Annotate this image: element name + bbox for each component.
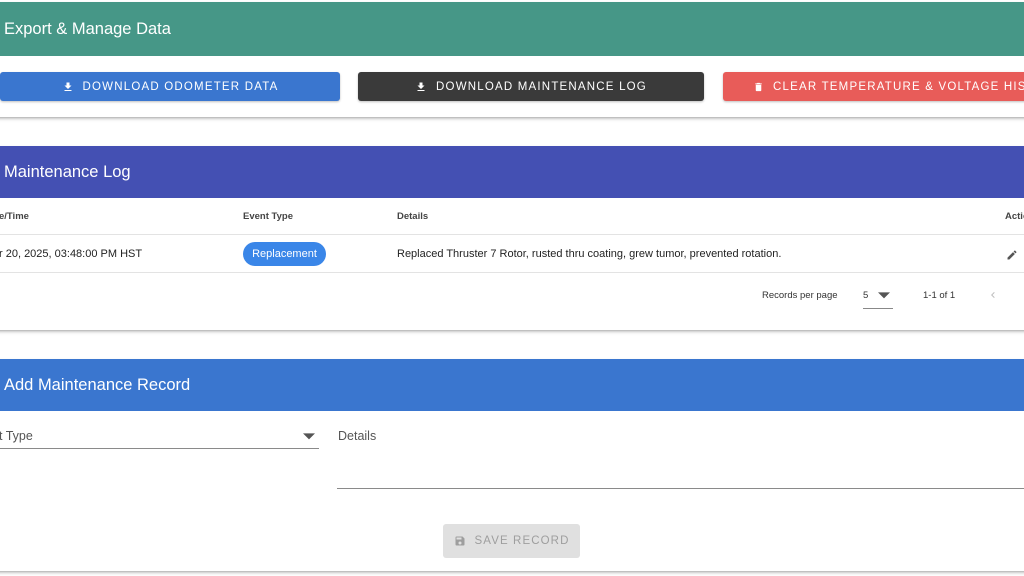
event-type-chip: Replacement (243, 242, 326, 266)
export-card-header: Export & Manage Data (0, 2, 1024, 56)
table-divider (0, 234, 1024, 235)
save-record-button[interactable]: SAVE RECORD (443, 524, 580, 558)
maintenance-log-title: Maintenance Log (4, 162, 131, 181)
download-odometer-button[interactable]: DOWNLOAD ODOMETER DATA (0, 72, 340, 101)
column-header-actions: Actio (1005, 211, 1024, 222)
records-per-page-select[interactable]: 5 (863, 284, 893, 309)
add-record-header: Add Maintenance Record (0, 359, 1024, 411)
chevron-down-icon (303, 433, 315, 440)
clear-history-label: CLEAR TEMPERATURE & VOLTAGE HISTORY (773, 80, 1024, 93)
event-type-chip-label: Replacement (252, 248, 317, 260)
chevron-down-icon (878, 292, 890, 299)
trash-icon (755, 82, 762, 91)
save-icon (455, 536, 465, 546)
download-odometer-label: DOWNLOAD ODOMETER DATA (82, 80, 279, 93)
column-header-event-type[interactable]: Event Type (243, 211, 293, 222)
table-divider (0, 272, 1024, 273)
details-label: Details (338, 429, 377, 443)
records-per-page-value: 5 (863, 290, 869, 301)
download-icon (417, 82, 425, 91)
records-per-page-label: Records per page (762, 290, 838, 301)
row-details: Replaced Thruster 7 Rotor, rusted thru c… (397, 248, 782, 260)
event-type-select[interactable]: t Type (0, 426, 319, 449)
download-maintenance-label: DOWNLOAD MAINTENANCE LOG (436, 80, 647, 93)
row-datetime: r 20, 2025, 03:48:00 PM HST (0, 248, 143, 260)
pagination-range: 1-1 of 1 (923, 290, 956, 301)
edit-icon[interactable] (1006, 249, 1018, 261)
maintenance-log-header: Maintenance Log (0, 146, 1024, 198)
details-textarea[interactable]: Details (337, 426, 1024, 489)
export-card-title: Export & Manage Data (4, 19, 171, 38)
save-record-label: SAVE RECORD (474, 535, 570, 547)
event-type-label: t Type (0, 429, 33, 443)
column-header-details[interactable]: Details (397, 211, 428, 222)
clear-history-button[interactable]: CLEAR TEMPERATURE & VOLTAGE HISTORY (723, 72, 1024, 101)
download-maintenance-log-button[interactable]: DOWNLOAD MAINTENANCE LOG (358, 72, 704, 101)
download-icon (64, 82, 72, 91)
column-header-datetime[interactable]: e/Time (0, 211, 29, 222)
chevron-left-icon[interactable] (987, 289, 999, 301)
add-record-title: Add Maintenance Record (4, 375, 191, 394)
